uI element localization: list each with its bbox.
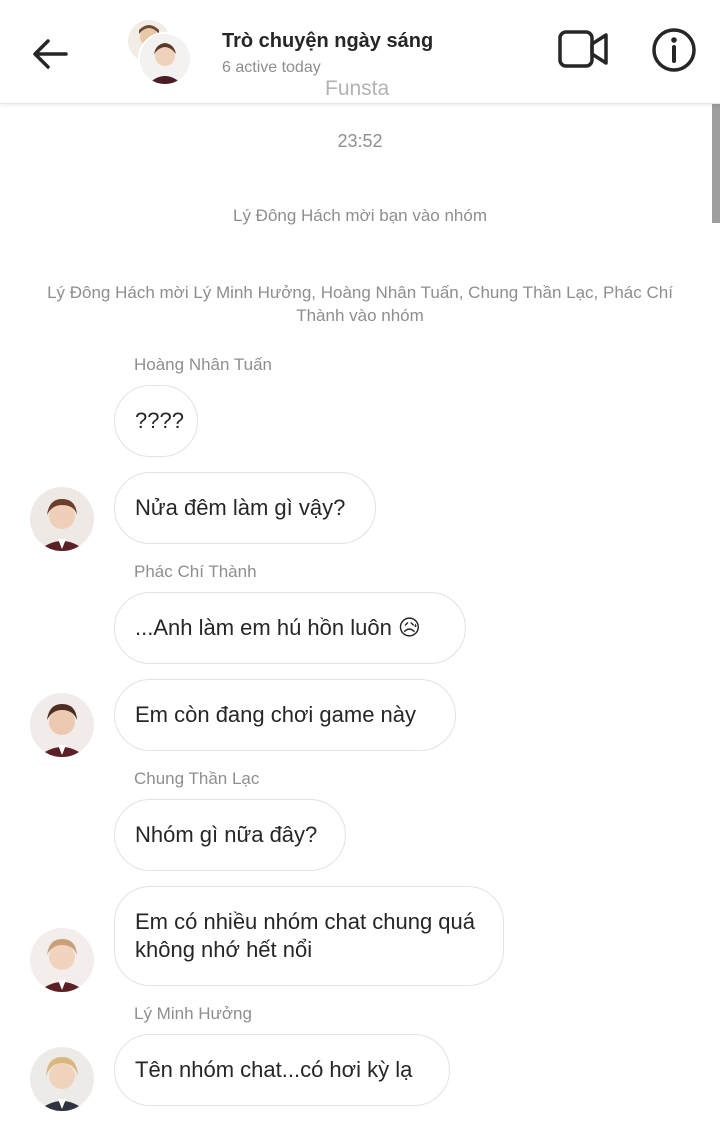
sender-avatar[interactable] (30, 928, 94, 992)
member-avatar-front (138, 32, 192, 86)
system-message: Lý Đông Hách mời Lý Minh Hưởng, Hoàng Nh… (47, 283, 673, 325)
sender-avatar[interactable] (30, 1047, 94, 1111)
sender-name: Chung Thần Lạc (134, 769, 260, 788)
info-icon (652, 28, 696, 72)
scrollbar[interactable] (712, 103, 720, 223)
sender-name: Phác Chí Thành (134, 562, 257, 581)
video-call-button[interactable] (556, 26, 610, 72)
system-message: Lý Đông Hách mời bạn vào nhóm (232, 206, 487, 225)
sender-name: Hoàng Nhân Tuấn (134, 355, 272, 374)
back-button[interactable] (28, 32, 72, 76)
video-call-icon (558, 30, 608, 68)
sender-name: Lý Minh Hưởng (134, 1004, 252, 1023)
message-bubble[interactable]: Em có nhiều nhóm chat chung quá không nh… (114, 886, 504, 986)
info-button[interactable] (650, 26, 698, 74)
sender-avatar[interactable] (30, 487, 94, 551)
message-bubble[interactable]: ...Anh làm em hú hồn luôn 😥 (114, 592, 466, 664)
app-watermark: Funsta (325, 77, 390, 100)
chat-title[interactable]: Trò chuyện ngày sáng (222, 30, 433, 53)
message-bubble[interactable]: Em còn đang chơi game này (114, 679, 456, 751)
back-arrow-icon (33, 39, 68, 69)
message-bubble[interactable]: Nửa đêm làm gì vậy? (114, 472, 376, 544)
active-status: 6 active today (222, 59, 321, 76)
message-bubble[interactable]: ???? (114, 385, 198, 457)
sender-avatar[interactable] (30, 693, 94, 757)
timestamp: 23:52 (337, 131, 383, 151)
group-avatar[interactable] (126, 18, 192, 86)
message-bubble[interactable]: Nhóm gì nữa đây? (114, 799, 346, 871)
message-bubble[interactable]: Tên nhóm chat...có hơi kỳ lạ (114, 1034, 450, 1106)
